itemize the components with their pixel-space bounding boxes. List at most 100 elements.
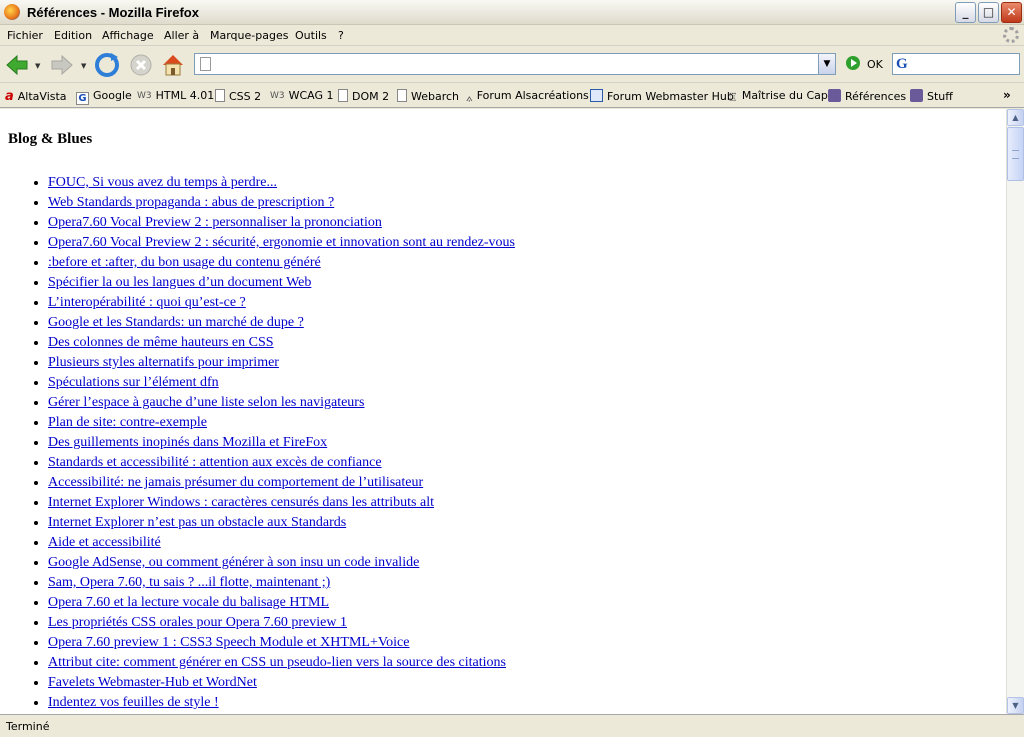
menu-aller[interactable]: Aller à bbox=[164, 29, 199, 42]
close-button[interactable]: ✕ bbox=[1001, 2, 1022, 23]
forward-arrow-icon[interactable] bbox=[49, 52, 75, 78]
article-link[interactable]: Internet Explorer n’est pas un obstacle … bbox=[48, 515, 346, 530]
menu-edition[interactable]: Edition bbox=[54, 29, 92, 42]
article-link[interactable]: Google AdSense, ou comment générer à son… bbox=[48, 555, 419, 570]
article-link[interactable]: Les propriétés CSS orales pour Opera 7.6… bbox=[48, 615, 347, 630]
article-link[interactable]: Web Standards propaganda : abus de presc… bbox=[48, 195, 334, 210]
list-item: Google et les Standards: un marché de du… bbox=[48, 313, 515, 333]
article-link[interactable]: Indentez vos feuilles de style ! bbox=[48, 695, 219, 710]
status-bar: Terminé bbox=[0, 714, 1024, 737]
article-link[interactable]: Spécifier la ou les langues d’un documen… bbox=[48, 275, 311, 290]
search-box[interactable]: G bbox=[892, 53, 1020, 75]
google-search-icon[interactable]: G bbox=[896, 56, 908, 73]
article-link[interactable]: Spéculations sur l’élément dfn bbox=[48, 375, 219, 390]
article-link[interactable]: Plusieurs styles alternatifs pour imprim… bbox=[48, 355, 279, 370]
reload-icon[interactable] bbox=[94, 52, 120, 78]
article-link[interactable]: Plan de site: contre-exemple bbox=[48, 415, 207, 430]
navigation-toolbar: ▼ ▼ ▼ OK G bbox=[0, 47, 1024, 83]
list-item: Opera 7.60 preview 1 : CSS3 Speech Modul… bbox=[48, 633, 515, 653]
altavista-icon: a bbox=[5, 89, 14, 104]
back-arrow-icon[interactable] bbox=[4, 52, 30, 78]
bookmark-altavista[interactable]: a AltaVista bbox=[5, 89, 67, 104]
google-icon: G bbox=[76, 92, 89, 105]
article-link[interactable]: FOUC, Si vous avez du temps à perdre... bbox=[48, 175, 277, 190]
article-link[interactable]: Attribut cite: comment générer en CSS un… bbox=[48, 655, 506, 670]
menu-bar: Fichier Edition Affichage Aller à Marque… bbox=[0, 25, 1024, 46]
list-item: Aide et accessibilité bbox=[48, 533, 515, 553]
bookmark-forum-webmaster-hub[interactable]: Forum Webmaster Hub bbox=[590, 89, 734, 103]
scroll-up-button[interactable]: ▲ bbox=[1007, 109, 1024, 126]
folder-icon bbox=[910, 89, 923, 102]
article-link[interactable]: Accessibilité: ne jamais présumer du com… bbox=[48, 475, 423, 490]
article-link[interactable]: Favelets Webmaster-Hub et WordNet bbox=[48, 675, 257, 690]
article-link[interactable]: Opera 7.60 preview 1 : CSS3 Speech Modul… bbox=[48, 635, 409, 650]
stop-icon[interactable] bbox=[128, 52, 154, 78]
article-link[interactable]: Standards et accessibilité : attention a… bbox=[48, 455, 382, 470]
go-icon[interactable] bbox=[846, 56, 860, 70]
list-item: Des guillements inopinés dans Mozilla et… bbox=[48, 433, 515, 453]
bookmark-stuff[interactable]: Stuff bbox=[910, 89, 953, 103]
list-item: Internet Explorer n’est pas un obstacle … bbox=[48, 513, 515, 533]
bookmark-forum-alsacreations[interactable]: ⟑ Forum Alsacréations bbox=[466, 89, 589, 105]
webmasterhub-icon bbox=[590, 89, 603, 102]
article-link[interactable]: Opera 7.60 et la lecture vocale du balis… bbox=[48, 595, 329, 610]
bookmark-dom2[interactable]: DOM 2 bbox=[338, 89, 389, 103]
status-text: Terminé bbox=[6, 720, 50, 733]
list-item: Google AdSense, ou comment générer à son… bbox=[48, 553, 515, 573]
menu-outils[interactable]: Outils bbox=[295, 29, 327, 42]
article-link[interactable]: L’interopérabilité : quoi qu’est-ce ? bbox=[48, 295, 246, 310]
bookmark-maitrise-du-cap[interactable]: ♖ Maîtrise du Cap bbox=[728, 89, 828, 104]
list-item: :before et :after, du bon usage du conte… bbox=[48, 253, 515, 273]
page-content: Blog & Blues FOUC, Si vous avez du temps… bbox=[0, 109, 1006, 714]
w3c-icon: W3 bbox=[270, 91, 285, 101]
bookmark-css2[interactable]: CSS 2 bbox=[215, 89, 261, 103]
list-item: Spéculations sur l’élément dfn bbox=[48, 373, 515, 393]
article-link[interactable]: Internet Explorer Windows : caractères c… bbox=[48, 495, 434, 510]
menu-marque-pages[interactable]: Marque-pages bbox=[210, 29, 288, 42]
list-item: Des colonnes de même hauteurs en CSS bbox=[48, 333, 515, 353]
page-heading: Blog & Blues bbox=[8, 131, 93, 147]
article-link[interactable]: Opera7.60 Vocal Preview 2 : personnalise… bbox=[48, 215, 382, 230]
address-bar[interactable]: ▼ bbox=[194, 53, 836, 75]
bookmark-google[interactable]: G Google bbox=[76, 89, 132, 105]
alsacreations-icon: ⟑ bbox=[466, 91, 473, 104]
maximize-button[interactable]: □ bbox=[978, 2, 999, 23]
article-link[interactable]: Aide et accessibilité bbox=[48, 535, 161, 550]
throbber-icon bbox=[1003, 27, 1019, 43]
forward-history-dropdown-icon[interactable]: ▼ bbox=[81, 62, 86, 70]
scroll-thumb[interactable] bbox=[1007, 127, 1024, 181]
list-item: Les propriétés CSS orales pour Opera 7.6… bbox=[48, 613, 515, 633]
minimize-button[interactable]: _ bbox=[955, 2, 976, 23]
list-item: Plan de site: contre-exemple bbox=[48, 413, 515, 433]
article-list: FOUC, Si vous avez du temps à perdre... W… bbox=[0, 173, 515, 713]
bookmarks-more-button[interactable]: » bbox=[1003, 88, 1011, 102]
menu-fichier[interactable]: Fichier bbox=[7, 29, 43, 42]
cap-icon: ♖ bbox=[728, 91, 738, 104]
folder-icon bbox=[828, 89, 841, 102]
article-link[interactable]: :before et :after, du bon usage du conte… bbox=[48, 255, 321, 270]
bookmark-webarch[interactable]: Webarch bbox=[397, 89, 459, 103]
article-link[interactable]: Sam, Opera 7.60, tu sais ? ...il flotte,… bbox=[48, 575, 330, 590]
vertical-scrollbar[interactable]: ▲ ▼ bbox=[1006, 109, 1024, 714]
article-link[interactable]: Gérer l’espace à gauche d’une liste selo… bbox=[48, 395, 364, 410]
back-history-dropdown-icon[interactable]: ▼ bbox=[35, 62, 40, 70]
list-item: Gérer l’espace à gauche d’une liste selo… bbox=[48, 393, 515, 413]
menu-affichage[interactable]: Affichage bbox=[102, 29, 154, 42]
url-dropdown-icon[interactable]: ▼ bbox=[818, 54, 835, 74]
list-item: Internet Explorer Windows : caractères c… bbox=[48, 493, 515, 513]
article-link[interactable]: Google et les Standards: un marché de du… bbox=[48, 315, 304, 330]
article-link[interactable]: Des guillements inopinés dans Mozilla et… bbox=[48, 435, 327, 450]
list-item: Plusieurs styles alternatifs pour imprim… bbox=[48, 353, 515, 373]
list-item: Indentez vos feuilles de style ! bbox=[48, 693, 515, 713]
scroll-down-button[interactable]: ▼ bbox=[1007, 697, 1024, 714]
menu-help[interactable]: ? bbox=[338, 29, 344, 42]
bookmark-wcag1[interactable]: W3 WCAG 1 bbox=[270, 89, 334, 102]
article-link[interactable]: Opera7.60 Vocal Preview 2 : sécurité, er… bbox=[48, 235, 515, 250]
home-icon[interactable] bbox=[160, 52, 186, 78]
go-button-label[interactable]: OK bbox=[867, 58, 883, 71]
bookmark-references[interactable]: Références bbox=[828, 89, 906, 103]
list-item: Opera7.60 Vocal Preview 2 : personnalise… bbox=[48, 213, 515, 233]
list-item: Standards et accessibilité : attention a… bbox=[48, 453, 515, 473]
bookmark-html401[interactable]: W3 HTML 4.01 bbox=[137, 89, 214, 102]
article-link[interactable]: Des colonnes de même hauteurs en CSS bbox=[48, 335, 274, 350]
